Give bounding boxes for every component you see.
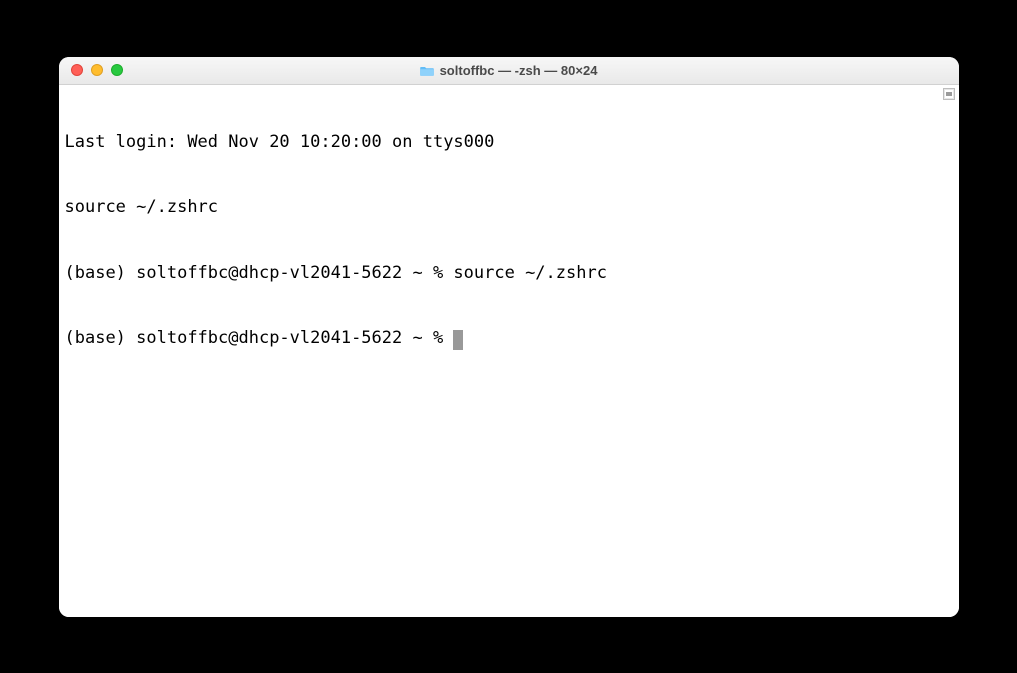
terminal-line: Last login: Wed Nov 20 10:20:00 on ttys0… [65,132,953,154]
titlebar[interactable]: soltoffbc — -zsh — 80×24 [59,57,959,85]
terminal-line: source ~/.zshrc [65,197,953,219]
terminal-body[interactable]: Last login: Wed Nov 20 10:20:00 on ttys0… [59,85,959,617]
terminal-line: (base) soltoffbc@dhcp-vl2041-5622 ~ % so… [65,263,953,285]
folder-icon [420,65,434,76]
terminal-prompt: (base) soltoffbc@dhcp-vl2041-5622 ~ % [65,328,454,348]
maximize-icon[interactable] [111,64,123,76]
minimize-icon[interactable] [91,64,103,76]
scroll-indicator-icon[interactable] [943,88,955,100]
terminal-prompt-line: (base) soltoffbc@dhcp-vl2041-5622 ~ % [65,328,953,350]
title-group: soltoffbc — -zsh — 80×24 [420,63,598,78]
terminal-window: soltoffbc — -zsh — 80×24 Last login: Wed… [59,57,959,617]
window-title: soltoffbc — -zsh — 80×24 [440,63,598,78]
traffic-lights [59,64,123,76]
close-icon[interactable] [71,64,83,76]
cursor-icon [453,330,463,350]
